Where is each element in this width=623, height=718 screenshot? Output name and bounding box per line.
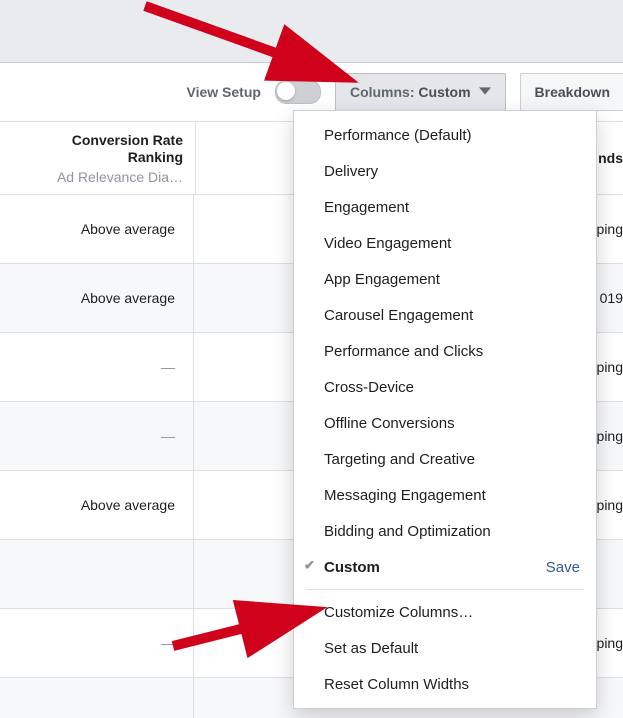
columns-button-prefix: Columns:	[350, 84, 418, 100]
dropdown-action[interactable]: Customize Columns…	[294, 594, 596, 630]
cell-conversion-rate-ranking: —	[0, 402, 194, 470]
col-header-line2: Ranking	[128, 149, 183, 167]
check-icon: ✔	[304, 557, 315, 573]
dropdown-item-custom[interactable]: ✔ Custom Save	[294, 549, 596, 585]
caret-down-icon	[479, 84, 491, 100]
columns-button[interactable]: Columns: Custom	[335, 73, 506, 111]
dropdown-item[interactable]: Offline Conversions	[294, 405, 596, 441]
cell-conversion-rate-ranking: —	[0, 609, 194, 677]
breakdown-label: Breakdown	[535, 84, 610, 100]
cell-conversion-rate-ranking: Above average	[0, 471, 194, 539]
dropdown-item[interactable]: App Engagement	[294, 261, 596, 297]
save-preset-link[interactable]: Save	[546, 559, 580, 576]
dropdown-item[interactable]: Delivery	[294, 153, 596, 189]
col-right-label: nds	[598, 150, 623, 166]
cell-conversion-rate-ranking: Above average	[0, 195, 194, 263]
cell-conversion-rate-ranking	[0, 678, 194, 718]
toggle-knob	[277, 82, 295, 100]
dropdown-item-label: Performance and Clicks	[324, 343, 483, 360]
dropdown-action-label: Set as Default	[324, 640, 418, 657]
breakdown-button[interactable]: Breakdown	[520, 73, 623, 111]
col-header-line1: Conversion Rate	[72, 132, 183, 150]
dropdown-action-label: Reset Column Widths	[324, 676, 469, 693]
cell-conversion-rate-ranking	[0, 540, 194, 608]
cell-conversion-rate-ranking: Above average	[0, 264, 194, 332]
view-setup-label: View Setup	[187, 84, 261, 100]
dropdown-action-label: Customize Columns…	[324, 604, 473, 621]
dropdown-item-label: Video Engagement	[324, 235, 451, 252]
dropdown-item-label: Offline Conversions	[324, 415, 455, 432]
dropdown-item-label: Cross-Device	[324, 379, 414, 396]
dropdown-item-label: Bidding and Optimization	[324, 523, 491, 540]
dropdown-item[interactable]: Carousel Engagement	[294, 297, 596, 333]
dropdown-divider	[306, 589, 584, 590]
columns-button-value: Custom	[418, 84, 470, 100]
dropdown-item[interactable]: Messaging Engagement	[294, 477, 596, 513]
dropdown-item[interactable]: Engagement	[294, 189, 596, 225]
dropdown-item-label: Performance (Default)	[324, 127, 472, 144]
dropdown-item-label: Engagement	[324, 199, 409, 216]
view-setup-toggle[interactable]	[275, 80, 321, 104]
dropdown-item-label: Delivery	[324, 163, 378, 180]
dropdown-action[interactable]: Reset Column Widths	[294, 666, 596, 702]
cell-conversion-rate-ranking: —	[0, 333, 194, 401]
dropdown-item-label: Custom	[324, 559, 380, 576]
dropdown-item[interactable]: Performance and Clicks	[294, 333, 596, 369]
dropdown-item-label: App Engagement	[324, 271, 440, 288]
dropdown-item[interactable]: Cross-Device	[294, 369, 596, 405]
columns-dropdown: Performance (Default) Delivery Engagement V…	[293, 110, 597, 709]
dropdown-item[interactable]: Targeting and Creative	[294, 441, 596, 477]
dropdown-action[interactable]: Set as Default	[294, 630, 596, 666]
col-header-sub: Ad Relevance Dia…	[57, 169, 183, 185]
dropdown-item[interactable]: Bidding and Optimization	[294, 513, 596, 549]
dropdown-item-label: Messaging Engagement	[324, 487, 486, 504]
col-conversion-rate-ranking[interactable]: Conversion Rate Ranking Ad Relevance Dia…	[0, 122, 196, 194]
dropdown-item-label: Targeting and Creative	[324, 451, 475, 468]
dropdown-item-label: Carousel Engagement	[324, 307, 473, 324]
dropdown-item[interactable]: Performance (Default)	[294, 117, 596, 153]
dropdown-item[interactable]: Video Engagement	[294, 225, 596, 261]
top-strip	[0, 0, 623, 63]
